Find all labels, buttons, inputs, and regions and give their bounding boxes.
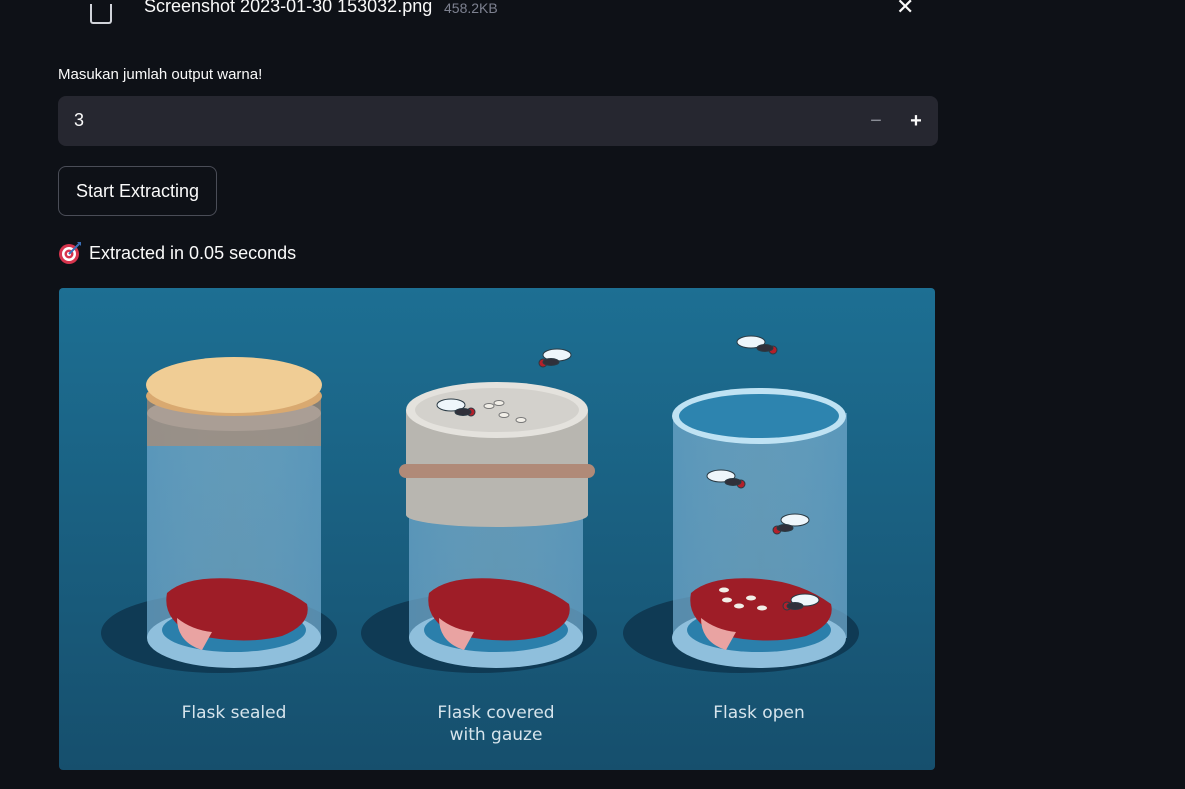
file-icon <box>90 4 112 24</box>
caption-flask-sealed: Flask sealed <box>182 703 287 723</box>
increment-button[interactable]: + <box>898 108 934 134</box>
number-input-label: Masukan jumlah output warna! <box>58 66 263 83</box>
uploaded-file-name: Screenshot 2023-01-30 153032.png <box>144 0 433 16</box>
caption-flask-open: Flask open <box>713 703 804 723</box>
caption-flask-gauze-line1: Flask covered <box>437 703 554 723</box>
decrement-button[interactable]: − <box>858 108 894 134</box>
result-text: Extracted in 0.05 seconds <box>89 242 297 263</box>
start-extracting-button[interactable]: Start Extracting <box>58 166 217 216</box>
result-message: Extracted in 0.05 seconds <box>58 240 296 266</box>
target-icon <box>59 242 81 264</box>
close-icon[interactable]: ✕ <box>896 0 914 18</box>
color-count-value[interactable]: 3 <box>74 110 84 131</box>
color-count-input[interactable]: 3 − + <box>58 96 938 146</box>
flask-experiment-illustration: Flask sealed Flask covered with gauze Fl… <box>59 288 935 770</box>
uploaded-file-size: 458.2KB <box>444 0 498 16</box>
caption-flask-gauze-line2: with gauze <box>450 725 543 745</box>
uploaded-image: Flask sealed Flask covered with gauze Fl… <box>59 288 935 770</box>
uploaded-file-row: Screenshot 2023-01-30 153032.png 458.2KB… <box>58 0 938 30</box>
